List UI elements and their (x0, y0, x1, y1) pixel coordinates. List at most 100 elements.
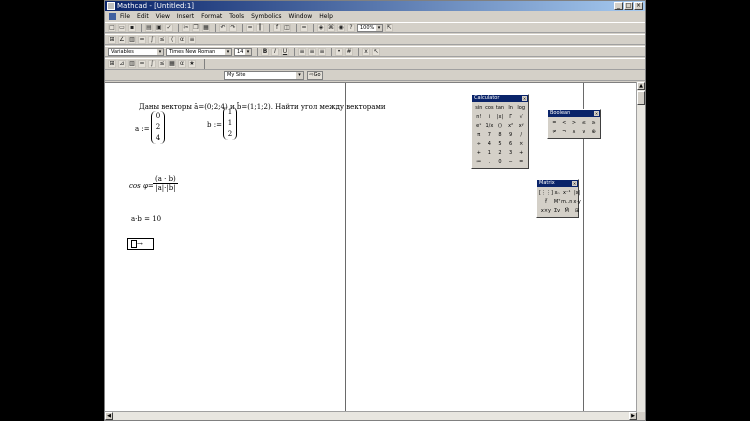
redo-icon[interactable]: ↷ (229, 23, 237, 32)
menu-edit[interactable]: Edit (137, 13, 149, 20)
align-down-icon[interactable]: ║ (256, 23, 264, 32)
calculator-palette-button[interactable]: = (516, 158, 526, 166)
font-size-select[interactable]: 14 (234, 47, 252, 56)
superscript-icon[interactable]: ↖ (372, 47, 380, 56)
matrix-palette-button[interactable]: [⋮⋮] (539, 189, 553, 197)
matrix-palette-button[interactable]: Mᵀ (554, 198, 560, 206)
symbolic-palette-icon[interactable]: ≡ (188, 35, 196, 44)
evaluation-placeholder[interactable]: → (127, 238, 154, 250)
calculator-palette-button[interactable]: √ (516, 113, 526, 121)
close-icon[interactable]: × (572, 181, 577, 186)
matrix-palette-button[interactable]: x⁻¹ (561, 189, 572, 197)
resource-center-icon[interactable]: ◉ (337, 23, 345, 32)
calculator-palette-button[interactable]: tan (495, 104, 505, 112)
symbolic-toolbar-icon[interactable]: ★ (188, 60, 196, 68)
scroll-up-arrow-icon[interactable]: ▲ (637, 82, 645, 90)
calculator-palette-button[interactable]: n! (474, 113, 484, 121)
calculator-palette-button[interactable]: − (506, 158, 516, 166)
calculate-icon[interactable]: = (300, 23, 308, 32)
calculator-palette-button[interactable]: 4 (485, 140, 495, 148)
boolean-palette-icon[interactable]: ≤ (158, 35, 166, 44)
matrix-palette-icon[interactable]: ▥ (128, 35, 136, 44)
calculator-palette-button[interactable]: ÷ (474, 140, 484, 148)
scroll-thumb[interactable] (637, 91, 645, 105)
menu-view[interactable]: View (156, 13, 170, 20)
calculator-palette-button[interactable]: x² (506, 122, 516, 130)
font-select[interactable]: Times New Roman (166, 47, 232, 56)
boolean-palette-title[interactable]: Boolean × (548, 110, 600, 117)
vector-b-matrix[interactable]: 1 1 2 (223, 107, 237, 140)
calculator-palette-button[interactable]: cos (485, 104, 495, 112)
document-icon[interactable] (109, 13, 116, 20)
calculator-palette-icon[interactable]: ⊞ (108, 35, 116, 44)
boolean-palette-button[interactable]: ¬ (560, 128, 569, 136)
menu-help[interactable]: Help (319, 13, 333, 20)
matrix-palette-button[interactable]: x×y (539, 207, 553, 215)
matrix-palette-button[interactable]: ⊞ (573, 207, 581, 215)
calculator-palette-button[interactable]: 1/x (485, 122, 495, 130)
insert-unit-icon[interactable]: ◫ (283, 23, 291, 32)
resources-select[interactable]: My Site (224, 70, 304, 80)
calculus-toolbar-icon[interactable]: ∫ (148, 60, 156, 68)
calculator-palette-button[interactable]: 3 (506, 149, 516, 157)
graph-toolbar-icon[interactable]: ⊿ (118, 60, 126, 68)
problem-statement[interactable]: Даны векторы ā=(0;2;4) и b̄=(1;1;2). Най… (139, 103, 386, 111)
menu-insert[interactable]: Insert (177, 13, 194, 20)
graph-palette-icon[interactable]: ∠ (118, 35, 126, 44)
matrix-palette-button[interactable]: f⃗ (539, 198, 553, 206)
matrix-palette-button[interactable]: xₙ (554, 189, 560, 197)
close-button[interactable]: × (634, 2, 643, 10)
calculator-palette-button[interactable]: 8 (495, 131, 505, 139)
help-arrow-icon[interactable]: ⇱ (385, 23, 393, 32)
calculator-palette-button[interactable]: 0 (495, 158, 505, 166)
close-icon[interactable]: × (594, 111, 599, 116)
cos-formula-label[interactable]: cos φ= (129, 182, 154, 190)
vector-a-matrix[interactable]: 0 2 4 (151, 111, 165, 144)
insert-function-icon[interactable]: f (273, 23, 281, 32)
paste-icon[interactable]: ▦ (202, 23, 210, 32)
calculator-palette-button[interactable]: 5 (495, 140, 505, 148)
save-icon[interactable]: ▪ (128, 23, 136, 32)
help-icon[interactable]: ? (347, 23, 355, 32)
underline-button[interactable]: U (281, 47, 289, 56)
matrix-palette-button[interactable]: x·y (573, 198, 581, 206)
menu-symbolics[interactable]: Symbolics (251, 13, 281, 20)
calculator-palette-button[interactable]: + (516, 149, 526, 157)
dot-product-result[interactable]: a·b = 10 (131, 215, 161, 223)
menu-tools[interactable]: Tools (229, 13, 244, 20)
cos-fraction[interactable]: (a · b) |a|·|b| (153, 175, 178, 192)
align-right-icon[interactable]: ≡ (318, 47, 326, 56)
maximize-button[interactable]: □ (624, 2, 633, 10)
calculator-palette-title[interactable]: Calculator × (472, 95, 528, 102)
title-bar[interactable]: Mathcad - [Untitled:1] _ □ × (105, 1, 645, 11)
numbering-icon[interactable]: # (345, 47, 353, 56)
scroll-left-arrow-icon[interactable]: ◀ (105, 412, 113, 420)
align-center-icon[interactable]: ≡ (308, 47, 316, 56)
matrix-palette-button[interactable]: m..n (561, 198, 572, 206)
menu-window[interactable]: Window (289, 13, 313, 20)
go-button[interactable]: ⇨Go (307, 70, 323, 80)
greek-palette-icon[interactable]: α (178, 35, 186, 44)
boolean-palette-button[interactable]: ≠ (550, 128, 559, 136)
greek-toolbar-icon[interactable]: α (178, 60, 186, 68)
insert-hyperlink-icon[interactable]: ⌘ (327, 23, 335, 32)
scroll-right-arrow-icon[interactable]: ▶ (629, 412, 637, 420)
matrix-palette-button[interactable]: M⃗ (561, 207, 572, 215)
cut-icon[interactable]: ✂ (182, 23, 190, 32)
calculator-toolbar-icon[interactable]: ⊞ (108, 60, 116, 68)
calculator-palette-button[interactable]: × (516, 140, 526, 148)
boolean-palette-button[interactable]: ∧ (570, 128, 579, 136)
programming-palette-icon[interactable]: ⟨ (168, 35, 176, 44)
calculator-palette-button[interactable]: sin (474, 104, 484, 112)
calculator-palette-button[interactable]: ≔ (474, 158, 484, 166)
calculator-palette-button[interactable]: i (485, 113, 495, 121)
app-icon[interactable] (107, 2, 115, 10)
calculator-palette-button[interactable]: |x| (495, 113, 505, 121)
horizontal-scrollbar[interactable]: ◀ ▶ (105, 411, 637, 420)
italic-button[interactable]: I (271, 47, 279, 56)
zoom-select[interactable]: 100% (357, 23, 383, 32)
evaluation-toolbar-icon[interactable]: = (138, 60, 146, 68)
boolean-palette-button[interactable]: ≥ (589, 119, 598, 127)
print-preview-icon[interactable]: ▣ (155, 23, 163, 32)
print-icon[interactable]: ▤ (145, 23, 153, 32)
